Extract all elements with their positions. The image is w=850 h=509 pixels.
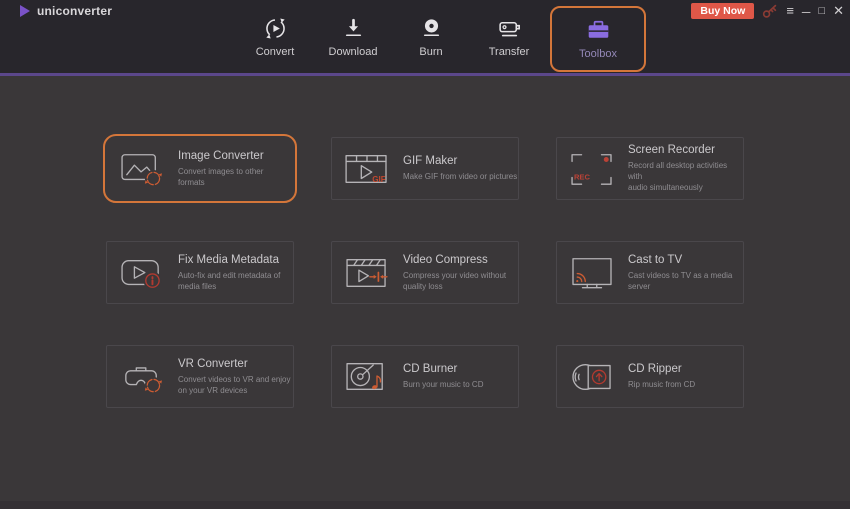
rec-label: REC [574,172,591,181]
tab-transfer[interactable]: Transfer [470,0,548,73]
fix-metadata-icon [121,259,162,290]
tab-label: Toolbox [579,48,617,60]
tool-card-desc: Compress your video without quality loss [403,270,507,291]
tool-card-desc: Record all desktop activities with audio… [628,161,728,192]
register-key-icon[interactable] [762,4,778,19]
tool-card-title: Image Converter [178,149,264,162]
logo-play-icon [20,5,30,17]
tool-card-desc: Cast videos to TV as a media server [628,270,733,291]
buy-now-button[interactable]: Buy Now [691,3,755,19]
tool-card-fix-media-metadata[interactable]: Fix Media Metadata Auto-fix and edit met… [106,241,294,304]
burn-icon [423,19,439,37]
tool-card-video-compress[interactable]: Video Compress Compress your video witho… [331,241,519,304]
tool-card-title: VR Converter [178,357,248,370]
tool-card-title: CD Burner [403,363,458,376]
tool-card-cast-to-tv[interactable]: Cast to TV Cast videos to TV as a media … [556,241,744,304]
gif-label: GIF [372,174,386,183]
tool-card-title: Fix Media Metadata [178,253,279,266]
toolbox-icon [588,20,608,38]
screen-recorder-icon: REC [571,153,612,185]
tool-card-image-converter[interactable]: Image Converter Convert images to other … [103,134,297,203]
menu-icon[interactable]: ≡ [786,2,794,20]
maximize-icon[interactable]: □ [818,2,825,20]
tab-download[interactable]: Download [314,0,392,73]
tool-card-title: Video Compress [403,253,488,266]
close-icon[interactable]: ✕ [833,2,844,20]
tab-label: Transfer [488,46,530,58]
tool-card-cd-burner[interactable]: CD Burner Burn your music to CD [331,345,519,408]
tool-card-gif-maker[interactable]: GIF GIF Maker Make GIF from video or pic… [331,137,519,200]
window-controls: Buy Now ≡ ─ □ ✕ [691,2,844,20]
convert-icon [265,18,285,39]
title-bar: uniconverter Convert Download Burn Trans… [0,0,850,73]
tab-label: Burn [419,46,443,58]
tool-card-desc: Auto-fix and edit metadata of media file… [178,270,281,291]
video-compress-icon [346,258,388,287]
image-converter-icon [121,153,162,187]
cd-burner-icon [346,362,383,390]
tool-card-vr-converter[interactable]: VR Converter Convert videos to VR and en… [106,345,294,408]
tool-card-title: Cast to TV [628,253,683,266]
tool-card-desc: Rip music from CD [628,380,696,390]
download-icon [345,18,361,37]
tool-card-desc: Convert videos to VR and enjoy on your V… [178,374,291,395]
tab-convert[interactable]: Convert [236,0,314,73]
tool-card-desc: Make GIF from video or pictures [403,172,518,182]
bottom-strip [0,501,850,509]
app-logo: uniconverter [20,4,112,18]
transfer-icon [498,21,520,37]
tool-card-screen-recorder[interactable]: REC Screen Recorder Record all desktop a… [556,137,744,200]
toolbox-grid: Image Converter Convert images to other … [103,134,744,408]
cast-to-tv-icon [572,257,612,288]
tool-card-title: Screen Recorder [628,144,715,157]
tab-label: Download [328,46,378,58]
gif-maker-icon: GIF [345,154,387,183]
tool-card-title: CD Ripper [628,363,682,376]
vr-converter-icon [125,366,162,394]
tab-toolbox[interactable]: Toolbox [550,6,646,72]
tab-label: Convert [255,46,295,58]
tool-card-desc: Convert images to other formats [178,166,264,187]
minimize-icon[interactable]: ─ [802,3,811,21]
logo-text: uniconverter [37,4,113,18]
cd-ripper-icon [572,363,611,390]
main-nav: Convert Download Burn Transfer Toolbox [236,0,648,73]
tab-burn[interactable]: Burn [392,0,470,73]
tool-card-title: GIF Maker [403,155,458,168]
tool-card-cd-ripper[interactable]: CD Ripper Rip music from CD [556,345,744,408]
accent-divider [0,73,850,76]
tool-card-desc: Burn your music to CD [403,380,484,390]
